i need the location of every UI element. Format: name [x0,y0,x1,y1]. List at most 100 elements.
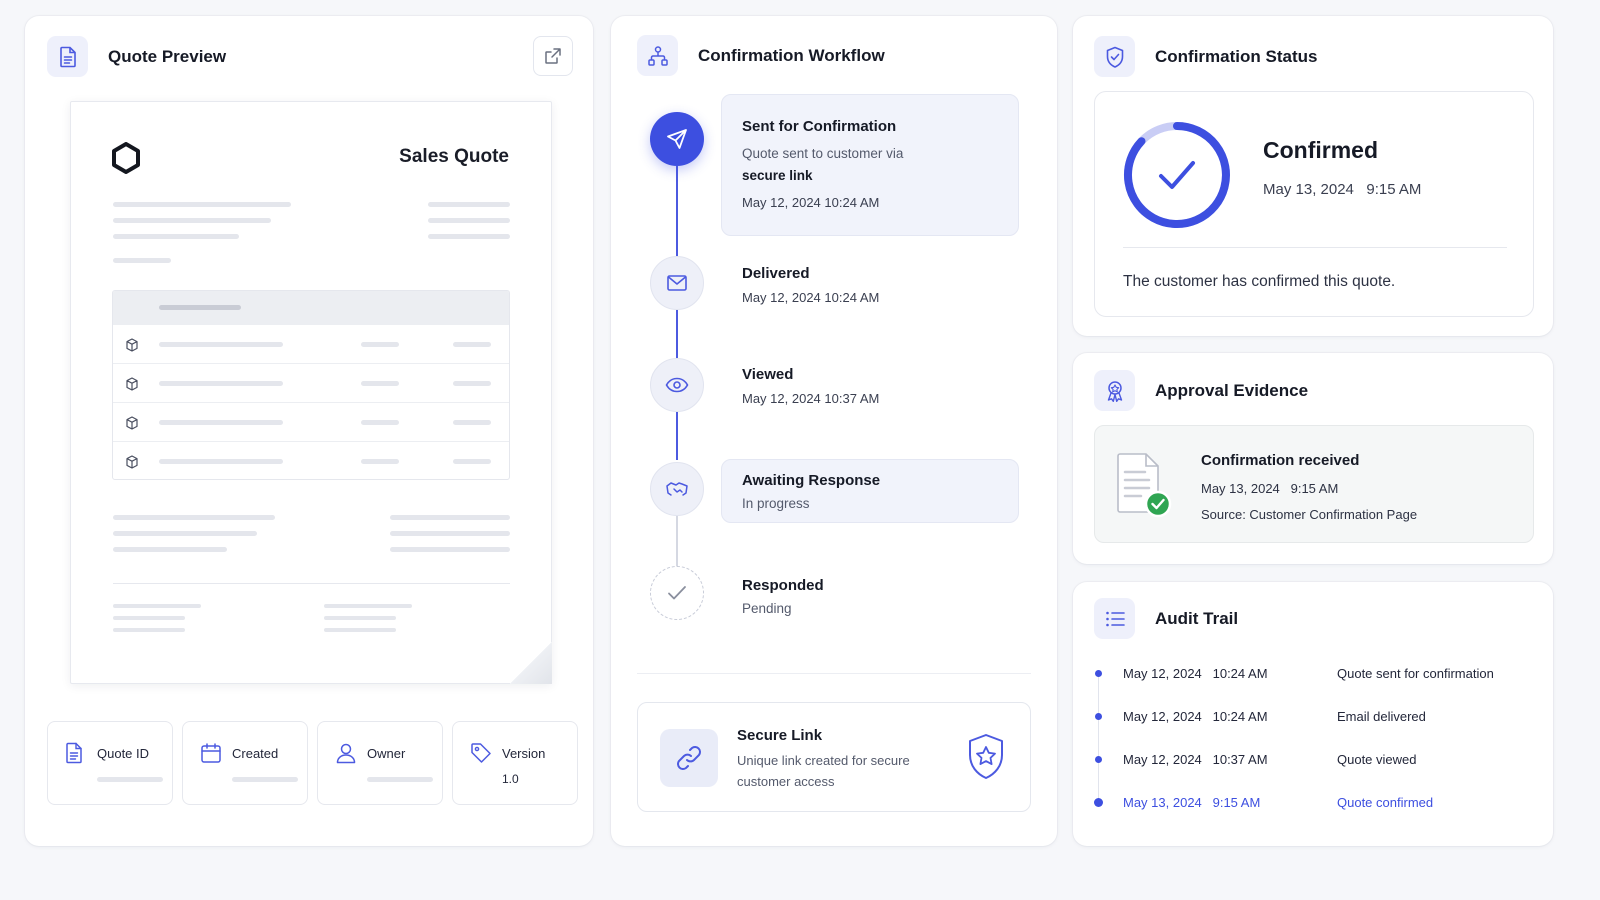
line-items-table [112,290,510,480]
meta-quote-id: Quote ID [47,721,173,805]
placeholder-line [361,381,399,386]
placeholder-line [361,459,399,464]
meta-value-placeholder [97,777,163,782]
audit-title: Audit Trail [1155,608,1239,628]
placeholder-line [159,459,283,464]
quote-preview-header: Quote Preview [47,36,226,77]
calendar-icon [201,743,221,763]
open-external-button[interactable] [533,36,573,76]
placeholder-line [159,381,283,386]
workflow-title: Confirmation Workflow [698,45,885,65]
placeholder-line [324,616,396,620]
workflow-icon [637,35,678,76]
placeholder-line [390,547,510,552]
meta-version: Version 1.0 [452,721,578,805]
placeholder-line [113,234,239,239]
package-icon [126,455,138,469]
step-delivered: Delivered May 12, 2024 10:24 AM [742,265,879,305]
evidence-header: Approval Evidence [1094,370,1308,411]
quote-meta-row: Quote ID Created Owner Version 1.0 [47,721,578,805]
step-node-sent [650,112,704,166]
audit-entry: May 12, 2024 10:37 AM Quote viewed [1095,750,1535,799]
confirmation-status-card: Confirmation Status Confirmed May 13, 20… [1073,16,1553,336]
package-icon [126,338,138,352]
timeline-dot [1094,798,1103,807]
placeholder-line [159,305,241,310]
placeholder-line [113,547,227,552]
placeholder-line [324,628,396,632]
shield-star-icon [969,734,1003,779]
workflow-header: Confirmation Workflow [637,35,885,76]
step-title: Viewed [742,366,794,383]
audit-event: Quote sent for confirmation [1337,666,1494,681]
step-node-awaiting [650,462,704,516]
placeholder-line [453,381,491,386]
secure-link-description: Unique link created for secure customer … [737,753,910,789]
audit-event: Quote confirmed [1337,795,1434,810]
placeholder-line [159,420,283,425]
divider [113,583,510,584]
placeholder-line [113,202,291,207]
table-header [113,291,509,324]
audit-time: May 12, 2024 10:24 AM [1123,666,1268,681]
placeholder-line [390,515,510,520]
placeholder-line [453,342,491,347]
timeline-connector [676,310,678,358]
step-status: Pending [742,601,792,616]
step-node-delivered [650,256,704,310]
divider [1123,247,1507,248]
step-node-responded [650,566,704,620]
placeholder-line [113,604,201,608]
document-icon [47,36,88,77]
audit-event: Email delivered [1337,709,1426,724]
quote-preview-title: Quote Preview [108,46,227,66]
status-state: Confirmed [1263,137,1378,163]
placeholder-line [324,604,412,608]
step-responded: Responded Pending [742,577,824,620]
approval-evidence-card: Approval Evidence Confirmation received … [1073,353,1553,564]
document-icon [66,742,82,764]
audit-header: Audit Trail [1094,598,1238,639]
award-icon [1094,370,1135,411]
timeline-connector [676,166,678,258]
timeline-dot [1095,670,1102,713]
verified-document-icon [1117,453,1172,518]
step-description-bold: secure link [742,168,813,183]
evidence-panel[interactable]: Confirmation received May 13, 2024 9:15 … [1094,425,1534,543]
placeholder-line [113,616,185,620]
doc-title: Sales Quote [399,146,509,167]
handshake-icon [666,482,688,496]
shield-check-icon [1094,36,1135,77]
step-title: Delivered [742,265,810,282]
status-time: May 13, 2024 9:15 AM [1263,181,1422,198]
table-row [113,402,509,441]
meta-value-placeholder [232,777,298,782]
check-icon [668,586,686,600]
table-row [113,324,509,363]
eye-icon [665,377,689,393]
mail-icon [667,275,687,291]
step-description: Quote sent to customer via secure link [742,143,903,187]
placeholder-line [361,342,399,347]
audit-time: May 12, 2024 10:37 AM [1123,752,1268,767]
secure-link-card[interactable]: Secure Link Unique link created for secu… [637,702,1031,812]
audit-time: May 13, 2024 9:15 AM [1123,795,1261,810]
placeholder-line [428,202,510,207]
placeholder-line [113,218,271,223]
meta-created: Created [182,721,308,805]
user-icon [336,743,356,764]
placeholder-line [428,218,510,223]
audit-entry-latest: May 13, 2024 9:15 AM Quote confirmed [1094,793,1535,836]
step-description-text: Quote sent to customer via [742,146,904,161]
quote-document-preview[interactable]: Sales Quote [70,101,552,684]
placeholder-line [453,459,491,464]
list-icon [1094,598,1135,639]
step-sent: Sent for Confirmation Quote sent to cust… [742,118,903,210]
meta-value-placeholder [367,777,433,782]
placeholder-line [428,234,510,239]
placeholder-line [361,420,399,425]
tag-icon [471,743,491,763]
step-title: Responded [742,577,824,594]
status-panel: Confirmed May 13, 2024 9:15 AM The custo… [1094,91,1534,317]
meta-owner: Owner [317,721,443,805]
